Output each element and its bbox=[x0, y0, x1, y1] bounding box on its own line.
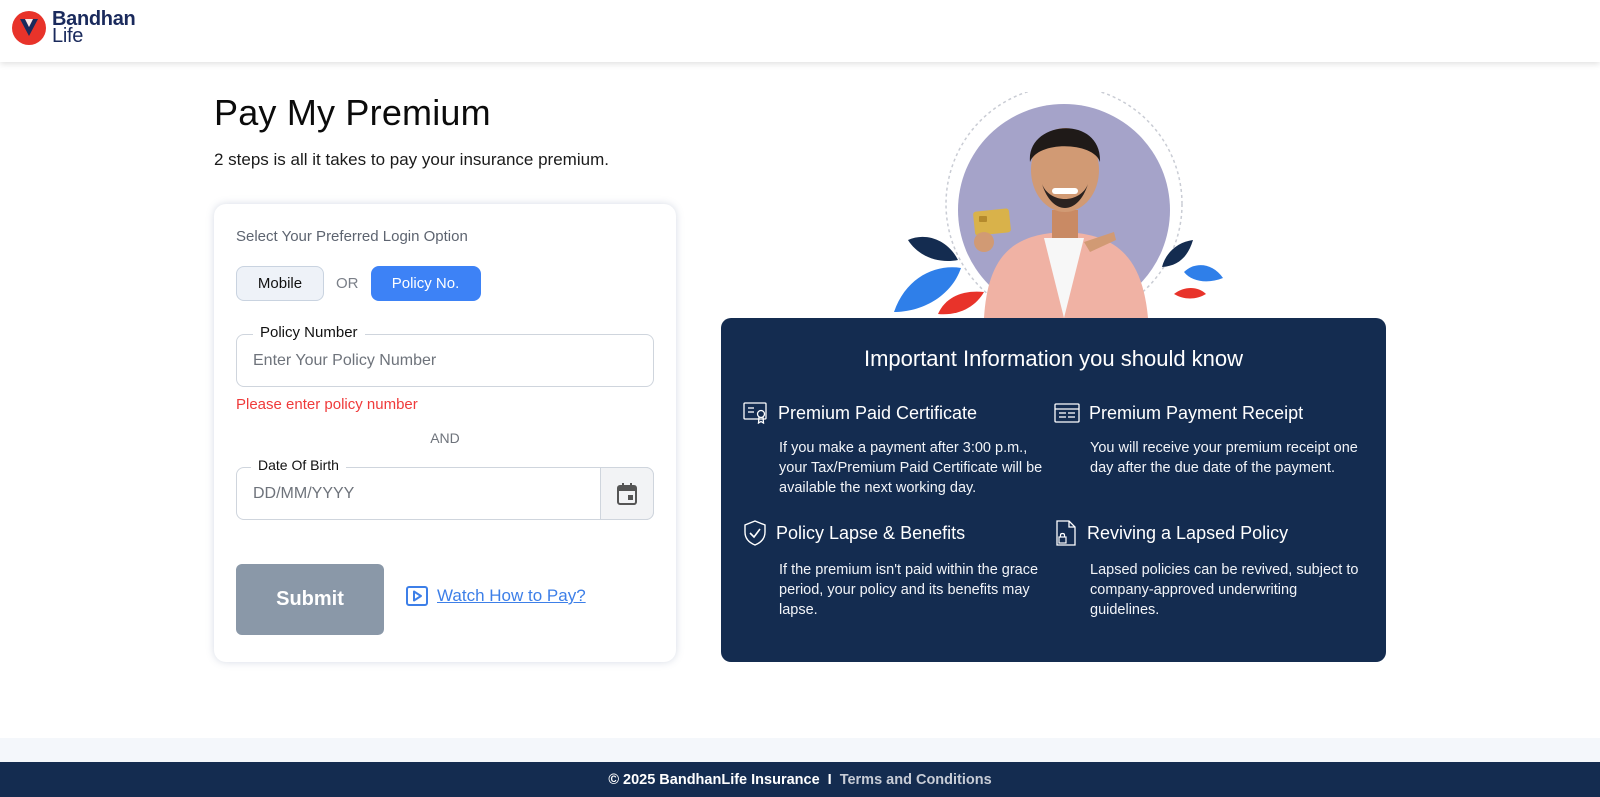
info-item-title: Premium Paid Certificate bbox=[778, 402, 978, 423]
watch-how-to-pay-link[interactable]: Watch How to Pay? bbox=[406, 586, 586, 606]
info-item-premium-certificate: Premium Paid Certificate If you make a p… bbox=[743, 402, 1053, 498]
info-item-body: Lapsed policies can be revived, subject … bbox=[1090, 562, 1359, 618]
footer-spacer bbox=[0, 738, 1600, 762]
mobile-option-button[interactable]: Mobile bbox=[236, 266, 324, 301]
policy-number-input[interactable] bbox=[253, 335, 633, 386]
calendar-icon bbox=[617, 482, 637, 505]
logo-mark-icon bbox=[12, 11, 46, 45]
watch-how-to-pay-label: Watch How to Pay? bbox=[437, 586, 586, 605]
info-item-reviving-policy: Reviving a Lapsed Policy Lapsed policies… bbox=[1054, 520, 1364, 620]
payment-form-card: Select Your Preferred Login Option Mobil… bbox=[214, 204, 676, 662]
info-item-policy-lapse: Policy Lapse & Benefits If the premium i… bbox=[743, 520, 1053, 620]
page-title: Pay My Premium bbox=[214, 92, 491, 133]
leaf-shape bbox=[908, 236, 958, 262]
important-info-panel: Important Information you should know Pr… bbox=[721, 318, 1386, 662]
leaf-shape bbox=[938, 291, 984, 315]
info-item-body: If you make a payment after 3:00 p.m., y… bbox=[779, 440, 1043, 496]
site-footer: © 2025 BandhanLife Insurance I Terms and… bbox=[0, 762, 1600, 797]
login-option-label: Select Your Preferred Login Option bbox=[236, 228, 468, 245]
login-option-toggle: Mobile OR Policy No. bbox=[236, 266, 481, 301]
info-item-title: Reviving a Lapsed Policy bbox=[1087, 522, 1289, 543]
info-item-body: If the premium isn't paid within the gra… bbox=[779, 562, 1039, 618]
person-neck bbox=[1052, 210, 1078, 238]
person-hand bbox=[974, 232, 994, 252]
bandhan-life-logo[interactable]: Bandhan Life bbox=[11, 9, 136, 47]
credit-card-chip bbox=[979, 216, 987, 222]
document-lock-icon bbox=[1056, 520, 1076, 546]
submit-button[interactable]: Submit bbox=[236, 564, 384, 635]
site-header: Bandhan Life bbox=[0, 0, 1600, 62]
hero-illustration bbox=[894, 92, 1223, 318]
info-item-body: You will receive your premium receipt on… bbox=[1090, 440, 1358, 476]
info-item-title: Policy Lapse & Benefits bbox=[776, 522, 966, 543]
logo-text: Bandhan Life bbox=[52, 9, 136, 47]
leaf-shape bbox=[1174, 288, 1206, 299]
footer-separator: I bbox=[827, 771, 832, 788]
and-separator: AND bbox=[430, 430, 460, 446]
date-of-birth-input[interactable] bbox=[253, 468, 583, 519]
logo-line-2: Life bbox=[52, 25, 84, 47]
calendar-button[interactable] bbox=[600, 467, 654, 520]
leaf-shape bbox=[1184, 265, 1223, 282]
info-item-payment-receipt: Premium Payment Receipt You will receive… bbox=[1054, 402, 1364, 478]
policy-number-field: Policy Number bbox=[236, 324, 654, 387]
info-item-title: Premium Payment Receipt bbox=[1089, 402, 1304, 423]
person-smile bbox=[1052, 188, 1078, 194]
leaf-shape bbox=[1162, 240, 1193, 267]
page-subtitle: 2 steps is all it takes to pay your insu… bbox=[214, 150, 609, 169]
credit-card bbox=[973, 208, 1011, 236]
receipt-icon bbox=[1054, 403, 1080, 423]
policy-error-message: Please enter policy number bbox=[236, 396, 418, 413]
or-separator: OR bbox=[336, 275, 359, 292]
copyright-text: © 2025 BandhanLife Insurance bbox=[608, 771, 820, 788]
terms-and-conditions-link[interactable]: Terms and Conditions bbox=[840, 772, 992, 788]
date-of-birth-field: Date Of Birth bbox=[236, 457, 654, 520]
shield-check-icon bbox=[744, 520, 766, 546]
video-play-icon bbox=[406, 586, 428, 606]
policy-option-button[interactable]: Policy No. bbox=[370, 266, 481, 301]
info-panel-title: Important Information you should know bbox=[863, 346, 1244, 371]
certificate-icon bbox=[743, 402, 767, 424]
